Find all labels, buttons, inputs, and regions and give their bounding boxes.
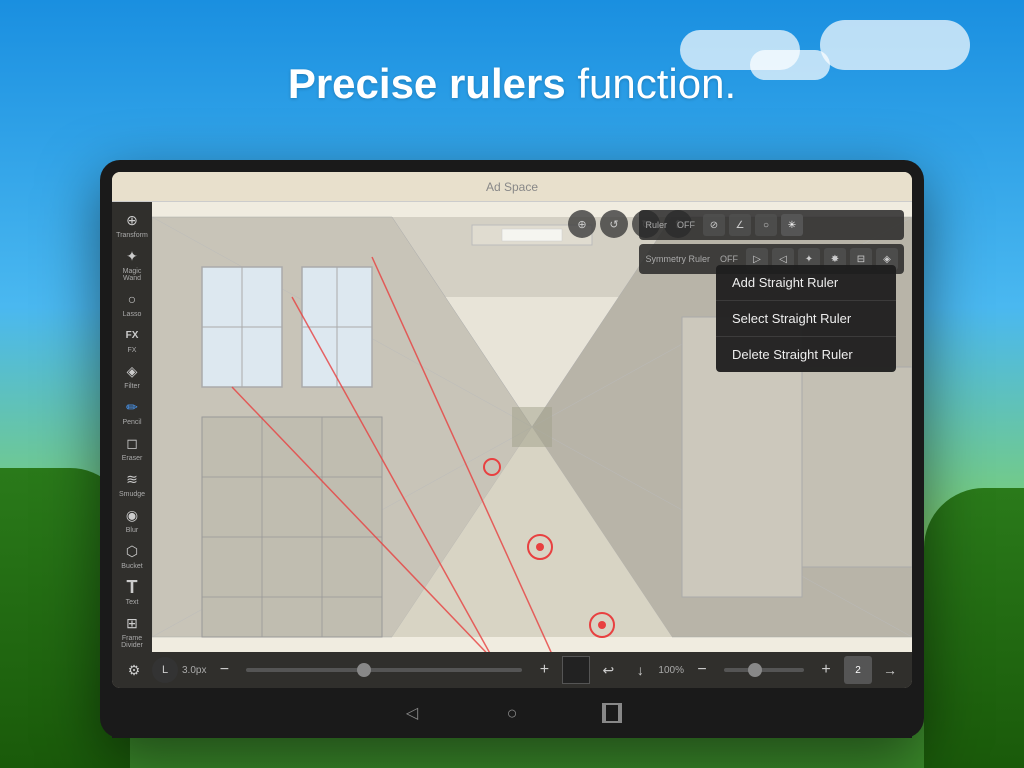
ad-bar: Ad Space — [112, 172, 912, 202]
smudge-icon: ≋ — [121, 468, 143, 490]
tool-eraser[interactable]: ◻ Eraser — [113, 429, 151, 465]
pencil-label: Pencil — [122, 419, 141, 426]
ad-label: Ad Space — [486, 180, 538, 194]
pencil-icon: ✏ — [121, 396, 143, 418]
icon-undo[interactable]: ↺ — [600, 210, 628, 238]
icon-layers[interactable]: ⊕ — [568, 210, 596, 238]
main-area: ⊕ Transform ✦ Magic Wand ○ Lasso FX FX — [112, 202, 912, 652]
zoom-slider[interactable] — [724, 668, 804, 672]
left-toolbar: ⊕ Transform ✦ Magic Wand ○ Lasso FX FX — [112, 202, 152, 652]
ruler-dropdown-menu: Add Straight Ruler Select Straight Ruler… — [716, 265, 896, 372]
tool-magic-wand[interactable]: ✦ Magic Wand — [113, 242, 151, 285]
blur-label: Blur — [126, 527, 138, 534]
size-value-label: 3.0px — [182, 665, 206, 676]
tool-frame-divider[interactable]: ⊞ Frame Divider — [113, 609, 151, 652]
color-picker[interactable] — [562, 656, 590, 684]
filter-icon: ◈ — [121, 360, 143, 382]
ruler-straight-btn[interactable]: ⊘ — [703, 214, 725, 236]
magic-wand-label: Magic Wand — [113, 268, 151, 282]
undo-btn[interactable]: ↩ — [594, 656, 622, 684]
size-slider-thumb[interactable] — [357, 663, 371, 677]
zoom-minus-btn[interactable]: − — [688, 656, 716, 684]
zoom-slider-thumb[interactable] — [748, 663, 762, 677]
delete-straight-ruler-item[interactable]: Delete Straight Ruler — [716, 337, 896, 372]
smudge-label: Smudge — [119, 491, 145, 498]
ruler-controls: Ruler OFF ⊘ ∠ ○ ✳ Add Straight Ruler Sel… — [639, 210, 904, 274]
add-straight-ruler-item[interactable]: Add Straight Ruler — [716, 265, 896, 301]
ruler-row: Ruler OFF ⊘ ∠ ○ ✳ — [639, 210, 904, 240]
eraser-icon: ◻ — [121, 432, 143, 454]
text-label: Text — [126, 599, 139, 606]
eraser-label: Eraser — [122, 455, 143, 462]
tool-text[interactable]: T Text — [113, 573, 151, 609]
nav-back-btn[interactable] — [402, 703, 422, 723]
symmetry-title: Symmetry Ruler — [645, 254, 710, 264]
bottom-toolbar: ⚙ L 3.0px − + ↩ ↓ 100% − — [112, 652, 912, 688]
tool-pencil[interactable]: ✏ Pencil — [113, 393, 151, 429]
tool-bucket[interactable]: ⬡ Bucket — [113, 537, 151, 573]
magic-wand-icon: ✦ — [121, 245, 143, 267]
tool-transform[interactable]: ⊕ Transform — [113, 206, 151, 242]
tablet-device: Ad Space ⊕ Transform ✦ Magic Wand ○ — [100, 160, 924, 738]
bucket-icon: ⬡ — [121, 540, 143, 562]
fx-label: FX — [128, 347, 137, 354]
tablet-screen: Ad Space ⊕ Transform ✦ Magic Wand ○ — [112, 172, 912, 688]
ruler-circle-btn[interactable]: ○ — [755, 214, 777, 236]
nav-home-btn[interactable] — [502, 703, 522, 723]
ruler-angle-btn[interactable]: ∠ — [729, 214, 751, 236]
brush-settings-btn[interactable]: ⚙ — [120, 656, 148, 684]
page-title: Precise rulers function. — [0, 60, 1024, 108]
tablet-nav — [112, 688, 912, 738]
symmetry-off-label: OFF — [716, 252, 742, 266]
filter-label: Filter — [124, 383, 140, 390]
title-area: Precise rulers function. — [0, 60, 1024, 108]
layer-btn[interactable]: L — [152, 657, 178, 683]
ruler-title: Ruler — [645, 220, 667, 230]
tree-right — [924, 488, 1024, 768]
down-btn[interactable]: ↓ — [626, 656, 654, 684]
layer-num-btn[interactable]: 2 — [844, 656, 872, 684]
tool-fx[interactable]: FX FX — [113, 321, 151, 357]
zoom-plus-btn[interactable]: + — [812, 656, 840, 684]
transform-label: Transform — [116, 232, 148, 239]
tool-blur[interactable]: ◉ Blur — [113, 501, 151, 537]
fx-icon: FX — [121, 324, 143, 346]
text-icon: T — [121, 576, 143, 598]
size-plus-btn[interactable]: + — [530, 656, 558, 684]
ruler-off-label: OFF — [673, 218, 699, 232]
size-minus-btn[interactable]: − — [210, 656, 238, 684]
frame-divider-icon: ⊞ — [121, 612, 143, 634]
nav-recent-btn[interactable] — [602, 703, 622, 723]
canvas-area[interactable]: ⊕ ↺ ↻ ⬆ Ruler OFF ⊘ ∠ ○ — [152, 202, 912, 652]
bucket-label: Bucket — [121, 563, 142, 570]
zoom-value-label: 100% — [658, 665, 684, 676]
blur-icon: ◉ — [121, 504, 143, 526]
tool-smudge[interactable]: ≋ Smudge — [113, 465, 151, 501]
ruler-special-btn[interactable]: ✳ — [781, 214, 803, 236]
select-straight-ruler-item[interactable]: Select Straight Ruler — [716, 301, 896, 337]
lasso-label: Lasso — [123, 311, 142, 318]
transform-icon: ⊕ — [121, 209, 143, 231]
tool-lasso[interactable]: ○ Lasso — [113, 285, 151, 321]
arrow-right-btn[interactable]: → — [876, 656, 904, 684]
lasso-icon: ○ — [121, 288, 143, 310]
app-screen: Ad Space ⊕ Transform ✦ Magic Wand ○ — [112, 172, 912, 688]
tool-filter[interactable]: ◈ Filter — [113, 357, 151, 393]
frame-divider-label: Frame Divider — [113, 635, 151, 649]
size-slider[interactable] — [246, 668, 522, 672]
